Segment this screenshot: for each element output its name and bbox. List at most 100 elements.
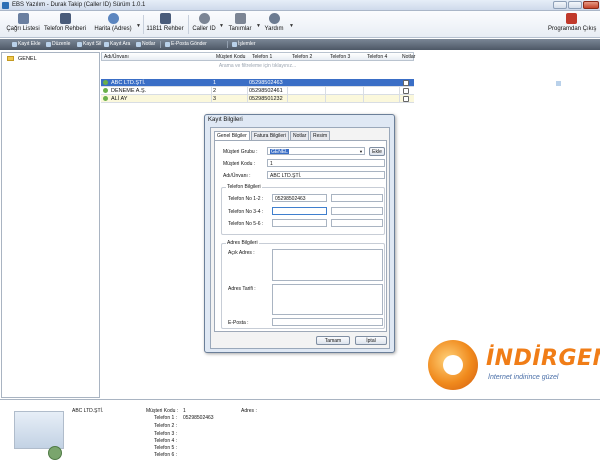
phone6-field[interactable] (331, 219, 383, 227)
map-icon (107, 13, 119, 24)
tab-picture[interactable]: Resim (310, 131, 331, 140)
phone-book-button[interactable]: Telefon Rehberi (44, 13, 86, 36)
delete-record-button[interactable]: Kayıt Sil (77, 41, 101, 48)
general-info-panel: Müşteri Grubu : GENEL ▼ Ekle Müşteri Kod… (214, 140, 387, 332)
column-header-code[interactable]: Müşteri Kodu (216, 54, 245, 60)
exit-program-button[interactable]: Programdan Çıkış (548, 13, 596, 36)
customer-name-field[interactable]: ABC LTD.ŞTİ. (267, 171, 385, 179)
send-email-button[interactable]: E-Posta Gönder (165, 41, 207, 48)
phone-info-group: Telefon Bilgileri Telefon No 1-2 : 05298… (221, 184, 385, 235)
detail-address-label: Adres : (241, 408, 257, 414)
definitions-dropdown-icon[interactable]: ▼ (256, 23, 261, 29)
add-record-button[interactable]: Kayıt Ekle (12, 41, 41, 48)
caller-id-dropdown-icon[interactable]: ▼ (219, 23, 224, 29)
tree-item-genel[interactable]: GENEL (7, 56, 37, 62)
email-field[interactable] (272, 318, 383, 326)
directory-book-icon (159, 13, 171, 24)
customer-group-label: Müşteri Grubu : (223, 149, 258, 155)
detail-phone5-label: Telefon 5 : (154, 445, 178, 451)
detail-panel: ABC LTD.ŞTİ. Müşteri Kodu : 1 Adres : Te… (0, 399, 600, 467)
maximize-button[interactable] (568, 1, 582, 9)
cell-divider (211, 87, 212, 95)
column-header-name[interactable]: Adı/Ünvanı (104, 54, 129, 60)
column-header-phone2[interactable]: Telefon 2 (292, 54, 312, 60)
cell-divider (287, 95, 288, 103)
tab-notes[interactable]: Notlar (290, 131, 310, 140)
detail-code-label: Müşteri Kodu : (146, 408, 179, 414)
chevron-down-icon[interactable]: ▼ (359, 149, 363, 154)
watermark-tagline: İnternet indirince güzel (488, 374, 559, 381)
title-bar: EBS Yazılım - Durak Takip (Caller ID) Sü… (0, 0, 600, 11)
column-header-phone1[interactable]: Telefon 1 (252, 54, 272, 60)
call-list-button[interactable]: Çağrı Listesi (6, 13, 40, 36)
cell-divider (247, 87, 248, 95)
tab-invoice-info[interactable]: Fatura Bilgileri (251, 131, 289, 140)
phone12-label: Telefon No 1-2 : (228, 196, 264, 202)
column-header-phone4[interactable]: Telefon 4 (367, 54, 387, 60)
toolbar-separator (227, 41, 228, 48)
open-address-label: Açık Adres : (228, 250, 255, 256)
record-info-dialog: Kayıt Bilgileri Genel Bilgiler Fatura Bi… (204, 114, 395, 353)
cell-divider (325, 95, 326, 103)
phone56-label: Telefon No 5-6 : (228, 221, 264, 227)
dialog-title: Kayıt Bilgileri (208, 117, 243, 123)
person-icon (103, 80, 108, 85)
filter-row[interactable]: Arama ve filtreleme için tıklayınız... (101, 61, 414, 70)
toolbar-separator (143, 15, 144, 34)
note-icon[interactable] (403, 80, 409, 86)
export-excel-button[interactable]: Excel'e Aktar (556, 80, 591, 86)
note-icon[interactable] (403, 96, 409, 102)
detail-phone1-label: Telefon 1 : (154, 415, 178, 421)
directory-11811-button[interactable]: 11811 Rehber (146, 13, 184, 36)
address-desc-field[interactable] (272, 284, 383, 315)
customer-group-select[interactable]: GENEL ▼ (267, 147, 365, 155)
table-row[interactable]: DENEME A.Ş. 2 05298502461 (101, 87, 414, 95)
minimize-button[interactable] (553, 1, 567, 9)
definitions-icon (234, 13, 246, 24)
notes-button[interactable]: Notlar (136, 41, 155, 48)
indirgen-logo-icon (428, 340, 478, 390)
cell-divider (325, 87, 326, 95)
pencil-icon (17, 13, 29, 24)
caller-id-icon (198, 13, 210, 24)
open-address-field[interactable] (272, 249, 383, 281)
person-icon (48, 446, 62, 460)
customer-code-field[interactable]: 1 (267, 159, 385, 167)
dialog-body: Genel Bilgiler Fatura Bilgileri Notlar R… (210, 127, 390, 349)
note-icon[interactable] (403, 88, 409, 94)
phone2-field[interactable] (331, 194, 383, 202)
search-record-button[interactable]: Kayıt Ara (104, 41, 130, 48)
book-icon (59, 13, 71, 24)
map-button[interactable]: Harita (Adres) (93, 13, 133, 36)
address-info-group: Adres Bilgileri Açık Adres : Adres Tarif… (221, 240, 385, 329)
column-header-phone3[interactable]: Telefon 3 (330, 54, 350, 60)
person-icon (103, 88, 108, 93)
add-group-button[interactable]: Ekle (369, 147, 385, 156)
record-toolbar: Kayıt Ekle Düzenle Kayıt Sil Kayıt Ara N… (0, 39, 600, 86)
phone4-field[interactable] (331, 207, 383, 215)
email-label: E-Posta : (228, 320, 249, 326)
customer-code-label: Müşteri Kodu : (223, 161, 256, 167)
help-button[interactable]: Yardım (263, 13, 285, 36)
ok-button[interactable]: Tamam (316, 336, 350, 345)
cancel-button[interactable]: İptal (355, 336, 387, 345)
definitions-button[interactable]: Tanımlar (227, 13, 253, 36)
edit-record-button[interactable]: Düzenle (46, 41, 70, 48)
main-toolbar: Çağrı Listesi Telefon Rehberi Harita (Ad… (0, 11, 600, 38)
map-dropdown-icon[interactable]: ▼ (136, 23, 141, 29)
help-dropdown-icon[interactable]: ▼ (289, 23, 294, 29)
column-header-notes[interactable]: Notlar (402, 54, 415, 60)
cell-divider (247, 95, 248, 103)
caller-id-button[interactable]: Caller ID (192, 13, 216, 36)
phone3-field[interactable] (272, 207, 327, 215)
detail-code-value: 1 (183, 408, 186, 414)
close-button[interactable] (583, 1, 599, 9)
table-row[interactable]: ABC LTD.ŞTİ. 1 05298502463 (101, 79, 414, 87)
group-tree: GENEL (1, 52, 100, 398)
grid-header: Adı/Ünvanı Müşteri Kodu Telefon 1 Telefo… (101, 52, 415, 61)
phone1-field[interactable]: 05298502463 (272, 194, 327, 202)
table-row[interactable]: ALİ AY 3 05298501232 (101, 95, 414, 103)
cell-divider (363, 95, 364, 103)
phone5-field[interactable] (272, 219, 327, 227)
operations-menu-button[interactable]: İşlemler (232, 41, 256, 48)
